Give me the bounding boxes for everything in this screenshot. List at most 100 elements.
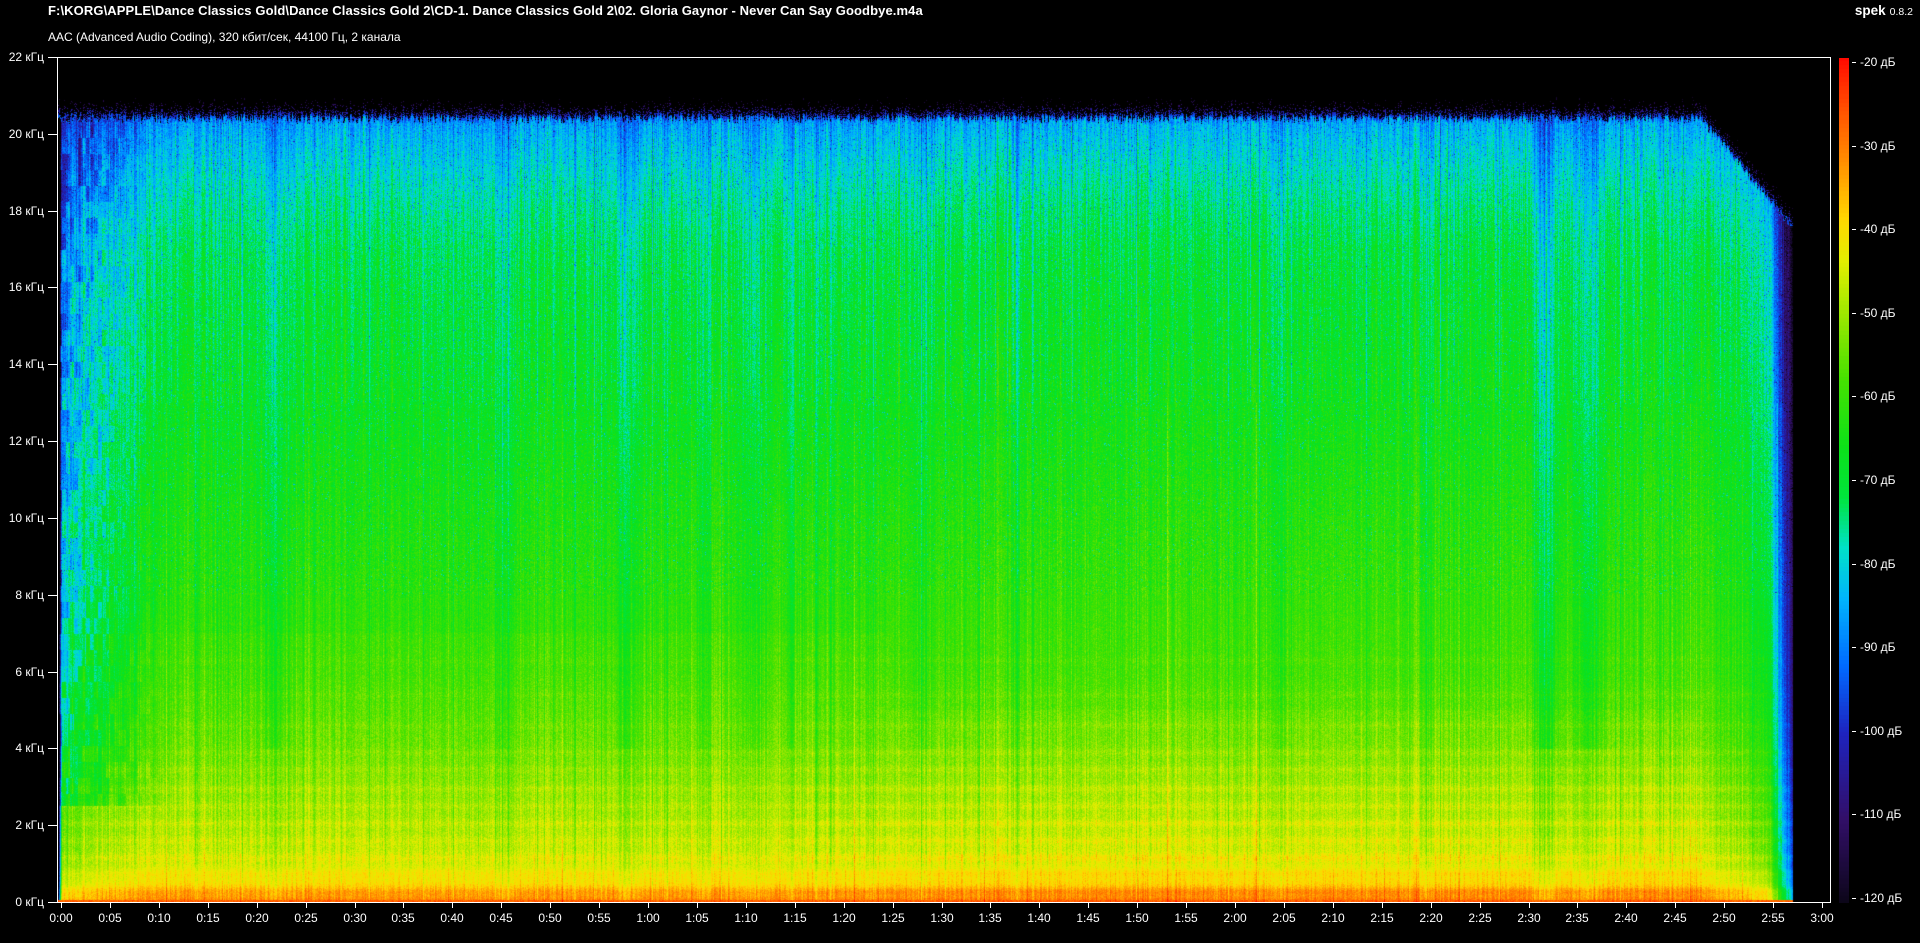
time-tick <box>1186 903 1187 908</box>
freq-tick <box>48 211 57 212</box>
time-tick-label: 1:15 <box>783 911 807 925</box>
freq-tick <box>48 672 57 673</box>
db-tick <box>1852 564 1856 565</box>
app-brand: spek 0.8.2 <box>1855 3 1913 18</box>
time-tick <box>1529 903 1530 908</box>
freq-tick <box>48 134 57 135</box>
time-tick <box>942 903 943 908</box>
time-tick-label: 0:00 <box>49 911 73 925</box>
time-tick <box>697 903 698 908</box>
time-tick <box>1088 903 1089 908</box>
time-tick-label: 2:30 <box>1517 911 1541 925</box>
db-tick-label: -120 дБ <box>1860 891 1903 905</box>
time-tick <box>1235 903 1236 908</box>
time-tick-label: 1:35 <box>978 911 1002 925</box>
db-tick <box>1852 229 1856 230</box>
freq-tick-label: 18 кГц <box>8 204 44 218</box>
time-tick-label: 0:40 <box>440 911 464 925</box>
time-tick <box>501 903 502 908</box>
time-tick-label: 0:15 <box>196 911 220 925</box>
time-tick-label: 2:20 <box>1419 911 1443 925</box>
spectrogram-canvas <box>58 58 1830 902</box>
time-tick <box>1039 903 1040 908</box>
time-tick <box>550 903 551 908</box>
db-tick-label: -90 дБ <box>1860 640 1896 654</box>
time-tick <box>355 903 356 908</box>
time-tick-label: 0:05 <box>98 911 122 925</box>
time-tick-label: 2:10 <box>1321 911 1345 925</box>
db-tick <box>1852 146 1856 147</box>
db-tick-label: -110 дБ <box>1860 807 1902 821</box>
time-tick <box>795 903 796 908</box>
time-tick <box>844 903 845 908</box>
time-tick <box>452 903 453 908</box>
time-tick-label: 2:45 <box>1663 911 1687 925</box>
freq-tick-label: 2 кГц <box>15 818 44 832</box>
time-tick <box>1577 903 1578 908</box>
time-tick-label: 0:50 <box>538 911 562 925</box>
db-tick-label: -100 дБ <box>1860 724 1903 738</box>
db-tick <box>1852 313 1856 314</box>
db-tick <box>1852 814 1856 815</box>
db-tick <box>1852 62 1856 63</box>
spectrogram-frame <box>57 57 1831 903</box>
time-tick-label: 1:20 <box>832 911 856 925</box>
file-path-title: F:\KORG\APPLE\Dance Classics Gold\Dance … <box>48 3 923 18</box>
time-tick-label: 3:00 <box>1810 911 1834 925</box>
time-tick-label: 1:00 <box>636 911 660 925</box>
time-tick-label: 0:55 <box>587 911 611 925</box>
time-tick-label: 0:45 <box>489 911 513 925</box>
time-tick <box>648 903 649 908</box>
freq-tick <box>48 57 57 58</box>
time-tick-label: 1:40 <box>1027 911 1051 925</box>
freq-tick-label: 10 кГц <box>8 511 44 525</box>
db-tick-label: -40 дБ <box>1860 222 1896 236</box>
freq-tick <box>48 364 57 365</box>
time-tick <box>1382 903 1383 908</box>
db-tick <box>1852 731 1856 732</box>
time-tick <box>1822 903 1823 908</box>
time-tick-label: 2:55 <box>1761 911 1785 925</box>
time-tick-label: 2:40 <box>1614 911 1638 925</box>
time-tick <box>1724 903 1725 908</box>
time-tick-label: 1:50 <box>1125 911 1149 925</box>
freq-tick <box>48 518 57 519</box>
freq-tick <box>48 748 57 749</box>
time-tick-label: 1:05 <box>685 911 709 925</box>
time-tick-label: 0:35 <box>391 911 415 925</box>
freq-tick-label: 4 кГц <box>15 741 44 755</box>
time-tick <box>208 903 209 908</box>
time-tick-label: 1:25 <box>881 911 905 925</box>
time-tick-label: 0:25 <box>294 911 318 925</box>
time-tick-label: 1:55 <box>1174 911 1198 925</box>
time-tick <box>159 903 160 908</box>
time-tick <box>746 903 747 908</box>
db-tick-label: -60 дБ <box>1860 389 1896 403</box>
db-tick-label: -80 дБ <box>1860 557 1896 571</box>
time-tick-label: 1:45 <box>1076 911 1100 925</box>
time-tick <box>1773 903 1774 908</box>
time-tick-label: 2:15 <box>1370 911 1394 925</box>
time-tick-label: 0:10 <box>147 911 171 925</box>
freq-tick-label: 20 кГц <box>8 127 44 141</box>
db-tick-label: -30 дБ <box>1860 139 1896 153</box>
freq-tick-label: 8 кГц <box>15 588 44 602</box>
db-tick <box>1852 396 1856 397</box>
app-version-label: 0.8.2 <box>1889 6 1913 18</box>
freq-tick-label: 0 кГц <box>15 895 44 909</box>
colorbar-gradient <box>1839 58 1849 903</box>
db-tick <box>1852 480 1856 481</box>
time-tick <box>599 903 600 908</box>
time-tick-label: 2:50 <box>1712 911 1736 925</box>
time-tick-label: 1:30 <box>930 911 954 925</box>
time-tick-label: 2:25 <box>1468 911 1492 925</box>
freq-tick <box>48 902 57 903</box>
time-tick-label: 2:35 <box>1565 911 1589 925</box>
time-tick <box>257 903 258 908</box>
freq-tick-label: 14 кГц <box>8 357 44 371</box>
db-tick-label: -70 дБ <box>1860 473 1896 487</box>
freq-tick-label: 22 кГц <box>8 50 44 64</box>
time-tick <box>1675 903 1676 908</box>
freq-tick <box>48 825 57 826</box>
freq-tick <box>48 595 57 596</box>
